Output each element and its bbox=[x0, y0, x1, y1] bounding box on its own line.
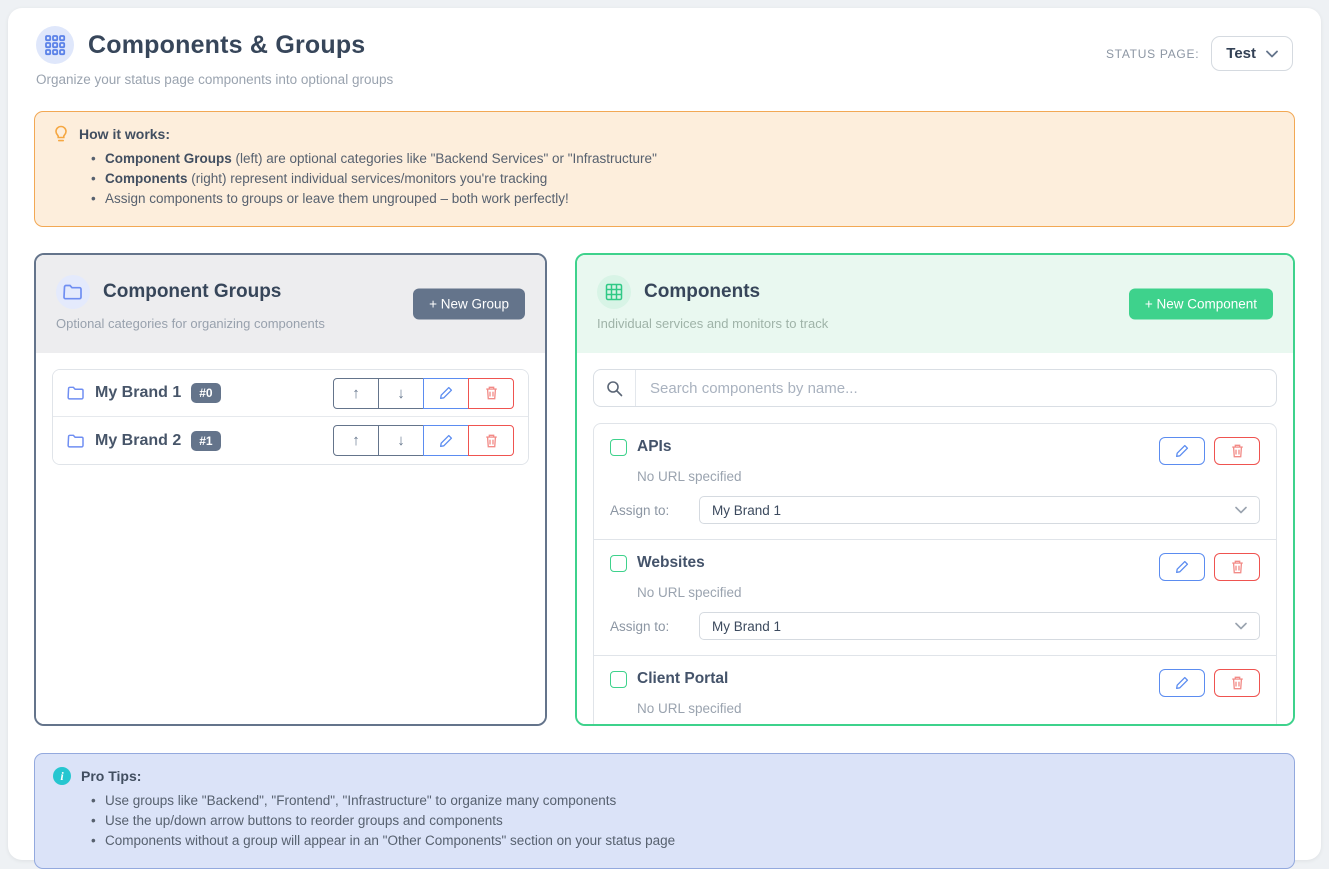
group-name: My Brand 2 bbox=[95, 432, 181, 450]
grid-dots-icon bbox=[36, 26, 74, 64]
move-up-button[interactable]: ↑ bbox=[333, 425, 379, 456]
lightbulb-icon bbox=[53, 125, 69, 143]
chevron-down-icon bbox=[1235, 622, 1247, 630]
component-url-status: No URL specified bbox=[637, 701, 1260, 716]
component-checkbox[interactable] bbox=[610, 555, 627, 572]
component-name: Websites bbox=[637, 554, 705, 572]
delete-component-button[interactable] bbox=[1214, 553, 1260, 581]
status-page-select[interactable]: Test bbox=[1211, 36, 1293, 71]
pro-tips-item: Use groups like "Backend", "Frontend", "… bbox=[91, 793, 1276, 808]
groups-panel-body: My Brand 1 #0 ↑ ↓ bbox=[36, 353, 545, 724]
move-up-button[interactable]: ↑ bbox=[333, 378, 379, 409]
assign-to-label: Assign to: bbox=[610, 619, 684, 634]
component-groups-panel: Component Groups Optional categories for… bbox=[34, 253, 547, 726]
trash-icon bbox=[1231, 676, 1244, 690]
component-list: APIs No URL specified bbox=[593, 423, 1277, 726]
group-row: My Brand 1 #0 ↑ ↓ bbox=[53, 370, 528, 417]
assigned-group-value: My Brand 1 bbox=[712, 503, 781, 518]
how-it-works-title: How it works: bbox=[79, 126, 170, 142]
trash-icon bbox=[485, 386, 498, 400]
component-checkbox[interactable] bbox=[610, 671, 627, 688]
search-input[interactable] bbox=[636, 370, 1276, 406]
how-it-works-item: Components (right) represent individual … bbox=[91, 171, 1276, 186]
pencil-icon bbox=[1175, 676, 1189, 690]
edit-group-button[interactable] bbox=[423, 378, 469, 409]
main-card: Components & Groups Organize your status… bbox=[8, 8, 1321, 860]
search-icon bbox=[594, 370, 636, 406]
folder-icon bbox=[56, 275, 90, 309]
groups-panel-header: Component Groups Optional categories for… bbox=[36, 255, 545, 353]
page-subtitle: Organize your status page components int… bbox=[36, 72, 1303, 87]
group-name: My Brand 1 bbox=[95, 384, 181, 402]
pencil-icon bbox=[1175, 444, 1189, 458]
edit-component-button[interactable] bbox=[1159, 669, 1205, 697]
component-row: Client Portal No URL specified bbox=[594, 656, 1276, 726]
page-header: Components & Groups Organize your status… bbox=[26, 26, 1303, 87]
pencil-icon bbox=[439, 434, 453, 448]
component-name: APIs bbox=[637, 438, 671, 456]
components-panel-body: APIs No URL specified bbox=[577, 353, 1293, 726]
components-panel-header: Components Individual services and monit… bbox=[577, 255, 1293, 353]
assigned-group-value: My Brand 1 bbox=[712, 619, 781, 634]
trash-icon bbox=[485, 434, 498, 448]
component-search bbox=[593, 369, 1277, 407]
assign-group-select[interactable]: My Brand 1 bbox=[699, 612, 1260, 640]
how-it-works-item: Assign components to groups or leave the… bbox=[91, 191, 1276, 206]
pro-tips-title: Pro Tips: bbox=[81, 768, 141, 784]
new-group-button[interactable]: + New Group bbox=[413, 289, 525, 320]
chevron-down-icon bbox=[1266, 50, 1278, 58]
component-url-status: No URL specified bbox=[637, 585, 1260, 600]
status-page-box: STATUS PAGE: Test bbox=[1106, 36, 1293, 71]
components-panel: Components Individual services and monit… bbox=[575, 253, 1295, 726]
assign-group-select[interactable]: My Brand 1 bbox=[699, 496, 1260, 524]
edit-component-button[interactable] bbox=[1159, 553, 1205, 581]
edit-group-button[interactable] bbox=[423, 425, 469, 456]
group-row: My Brand 2 #1 ↑ ↓ bbox=[53, 417, 528, 464]
delete-group-button[interactable] bbox=[468, 378, 514, 409]
group-actions: ↑ ↓ bbox=[333, 425, 514, 456]
table-grid-icon bbox=[597, 275, 631, 309]
how-it-works-box: How it works: Component Groups (left) ar… bbox=[34, 111, 1295, 227]
edit-component-button[interactable] bbox=[1159, 437, 1205, 465]
component-row: APIs No URL specified bbox=[594, 424, 1276, 540]
pro-tips-item: Use the up/down arrow buttons to reorder… bbox=[91, 813, 1276, 828]
info-icon: i bbox=[53, 767, 71, 785]
group-order-badge: #1 bbox=[191, 431, 220, 451]
pencil-icon bbox=[1175, 560, 1189, 574]
component-name: Client Portal bbox=[637, 670, 728, 688]
how-it-works-item: Component Groups (left) are optional cat… bbox=[91, 151, 1276, 166]
pro-tips-box: i Pro Tips: Use groups like "Backend", "… bbox=[34, 753, 1295, 869]
how-it-works-list: Component Groups (left) are optional cat… bbox=[53, 151, 1276, 206]
group-list: My Brand 1 #0 ↑ ↓ bbox=[52, 369, 529, 465]
trash-icon bbox=[1231, 444, 1244, 458]
group-order-badge: #0 bbox=[191, 383, 220, 403]
components-panel-title: Components bbox=[644, 281, 760, 303]
pencil-icon bbox=[439, 386, 453, 400]
folder-icon bbox=[67, 434, 85, 448]
new-component-button[interactable]: + New Component bbox=[1129, 289, 1273, 320]
status-page-value: Test bbox=[1226, 45, 1256, 62]
delete-group-button[interactable] bbox=[468, 425, 514, 456]
component-url-status: No URL specified bbox=[637, 469, 1260, 484]
delete-component-button[interactable] bbox=[1214, 669, 1260, 697]
pro-tips-item: Components without a group will appear i… bbox=[91, 833, 1276, 848]
groups-panel-title: Component Groups bbox=[103, 281, 281, 303]
status-page-label: STATUS PAGE: bbox=[1106, 47, 1199, 61]
assign-to-label: Assign to: bbox=[610, 503, 684, 518]
move-down-button[interactable]: ↓ bbox=[378, 425, 424, 456]
chevron-down-icon bbox=[1235, 506, 1247, 514]
component-checkbox[interactable] bbox=[610, 439, 627, 456]
group-actions: ↑ ↓ bbox=[333, 378, 514, 409]
component-row: Websites No URL specified bbox=[594, 540, 1276, 656]
page-title: Components & Groups bbox=[88, 31, 365, 60]
move-down-button[interactable]: ↓ bbox=[378, 378, 424, 409]
delete-component-button[interactable] bbox=[1214, 437, 1260, 465]
folder-icon bbox=[67, 386, 85, 400]
pro-tips-list: Use groups like "Backend", "Frontend", "… bbox=[53, 793, 1276, 848]
trash-icon bbox=[1231, 560, 1244, 574]
